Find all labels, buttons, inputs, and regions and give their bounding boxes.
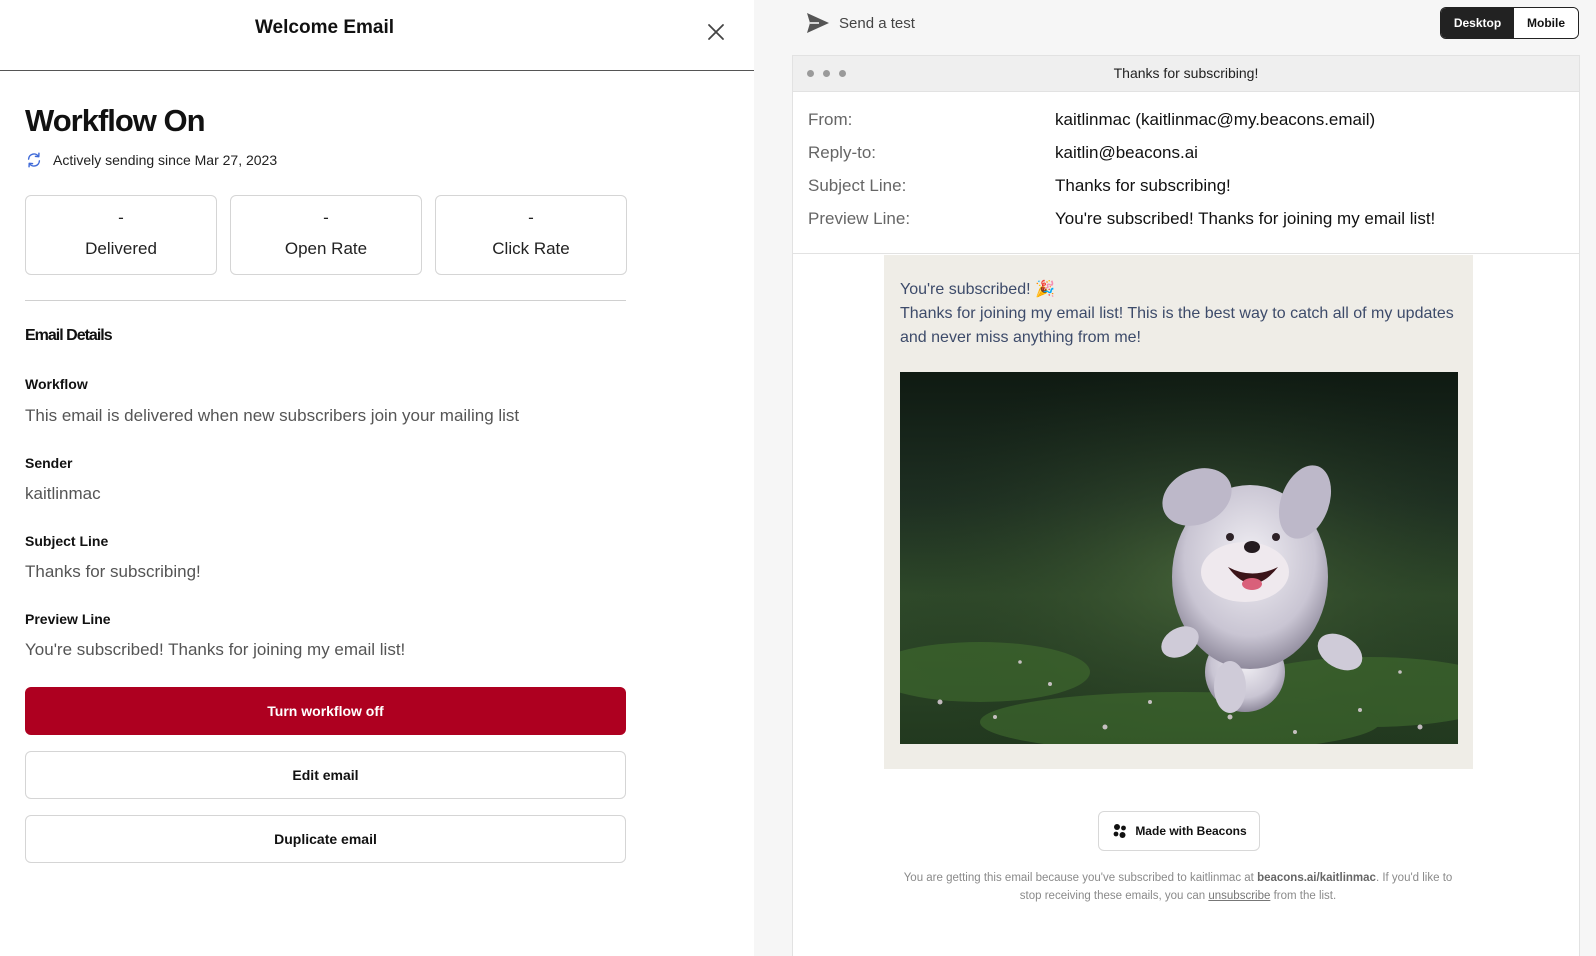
- desktop-view-button[interactable]: Desktop: [1441, 8, 1514, 38]
- panel-header: Welcome Email: [0, 0, 754, 71]
- field-value-preview: You're subscribed! Thanks for joining my…: [25, 640, 406, 659]
- meta-key: From:: [808, 110, 853, 129]
- beacons-logo-icon: [1113, 824, 1127, 838]
- stat-delivered: - Delivered: [25, 195, 217, 275]
- send-icon: [807, 13, 829, 33]
- edit-email-button[interactable]: Edit email: [25, 751, 626, 799]
- panel-title: Welcome Email: [254, 17, 395, 38]
- stat-value: -: [323, 208, 329, 227]
- close-icon[interactable]: [702, 18, 730, 46]
- meta-key: Subject Line:: [808, 176, 907, 195]
- email-body-text: You're subscribed! 🎉 Thanks for joining …: [900, 278, 1460, 350]
- status-text: Actively sending since Mar 27, 2023: [53, 152, 278, 168]
- meta-key: Preview Line:: [808, 209, 911, 228]
- email-meta: From: kaitlinmac (kaitlinmac@my.beacons.…: [793, 92, 1579, 254]
- stat-label: Click Rate: [492, 239, 570, 258]
- footer-text-part1: You are getting this email because you'v…: [903, 872, 1258, 884]
- email-body: You're subscribed! 🎉 Thanks for joining …: [884, 255, 1473, 769]
- section-title: Email Details: [25, 327, 113, 344]
- field-value-workflow: This email is delivered when new subscri…: [25, 406, 520, 425]
- email-details-panel: Welcome Email Workflow On Actively sendi…: [0, 0, 754, 956]
- meta-value: You're subscribed! Thanks for joining my…: [1055, 209, 1436, 228]
- stat-label: Open Rate: [284, 239, 368, 258]
- meta-value: Thanks for subscribing!: [1055, 176, 1231, 195]
- duplicate-email-button[interactable]: Duplicate email: [25, 815, 626, 863]
- field-label-workflow: Workflow: [25, 376, 88, 392]
- stat-click-rate: - Click Rate: [435, 195, 627, 275]
- workflow-status-title: Workflow On: [25, 103, 206, 138]
- made-with-label: Made with Beacons: [1135, 824, 1247, 838]
- mobile-view-button[interactable]: Mobile: [1514, 8, 1578, 38]
- send-test-button[interactable]: Send a test: [806, 12, 915, 34]
- field-label-subject: Subject Line: [25, 533, 109, 549]
- window-titlebar: Thanks for subscribing!: [793, 56, 1579, 92]
- email-preview-panel: Send a test Desktop Mobile Thanks for su…: [754, 0, 1596, 956]
- turn-workflow-off-button[interactable]: Turn workflow off: [25, 687, 626, 735]
- workflow-status: Actively sending since Mar 27, 2023: [25, 150, 277, 170]
- send-test-label: Send a test: [839, 14, 915, 32]
- field-label-preview: Preview Line: [25, 611, 111, 627]
- field-value-sender: kaitlinmac: [25, 484, 101, 503]
- dog-photo: [900, 372, 1458, 744]
- meta-key: Reply-to:: [808, 143, 877, 162]
- unsubscribe-link[interactable]: unsubscribe: [1208, 890, 1270, 902]
- footer-profile-link[interactable]: beacons.ai/kaitlinmac: [1257, 872, 1376, 884]
- stat-value: -: [118, 208, 124, 227]
- window-title: Thanks for subscribing!: [1113, 65, 1259, 81]
- footer-text-part3: from the list.: [1270, 890, 1337, 902]
- stat-label: Delivered: [85, 239, 157, 258]
- email-footer: You are getting this email because you'v…: [898, 869, 1458, 905]
- sync-icon: [27, 152, 41, 168]
- email-greeting: You're subscribed! 🎉: [900, 281, 1055, 298]
- made-with-beacons-badge[interactable]: Made with Beacons: [1098, 811, 1260, 851]
- field-value-subject: Thanks for subscribing!: [25, 562, 201, 581]
- email-message: Thanks for joining my email list! This i…: [900, 305, 1454, 346]
- meta-value: kaitlin@beacons.ai: [1055, 143, 1198, 162]
- stat-value: -: [528, 208, 534, 227]
- stat-open-rate: - Open Rate: [230, 195, 422, 275]
- view-mode-toggle: Desktop Mobile: [1440, 7, 1579, 39]
- field-label-sender: Sender: [25, 455, 73, 471]
- meta-value: kaitlinmac (kaitlinmac@my.beacons.email): [1055, 110, 1376, 129]
- divider: [25, 300, 626, 301]
- email-preview-window: Thanks for subscribing! From: kaitlinmac…: [792, 55, 1580, 956]
